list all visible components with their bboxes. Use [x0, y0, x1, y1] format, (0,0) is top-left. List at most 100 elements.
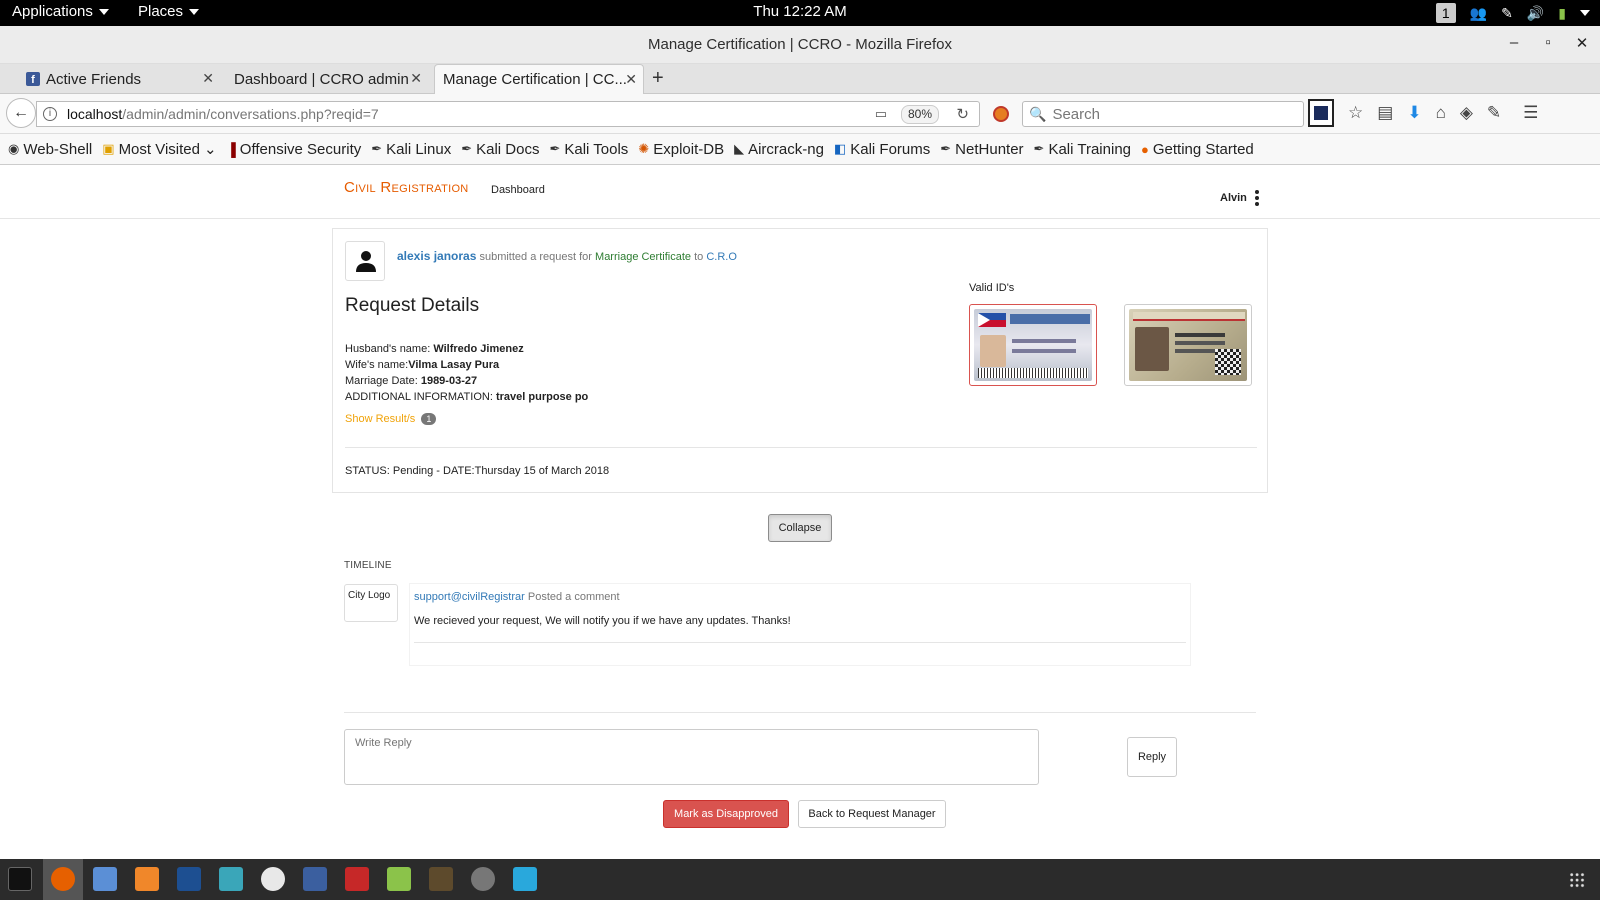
husband-value: Wilfredo Jimenez [433, 343, 524, 355]
maximize-button[interactable]: ▫ [1538, 34, 1558, 51]
bookmark-label: Kali Docs [476, 140, 540, 158]
request-card: alexis janoras submitted a request for M… [332, 228, 1268, 493]
armitage-icon[interactable] [219, 867, 243, 891]
volume-icon: 🔊 [1526, 4, 1545, 21]
bookmark-kali-linux[interactable]: ✒ Kali Linux [371, 141, 451, 158]
burpsuite-icon[interactable] [135, 867, 159, 891]
certificate-type: Marriage Certificate [595, 251, 692, 263]
collapse-button[interactable]: Collapse [768, 514, 832, 542]
bookmark-label: NetHunter [955, 140, 1024, 158]
reload-icon[interactable]: ↻ [956, 105, 969, 123]
tab-manage-certification[interactable]: Manage Certification | CC... ✕ [434, 64, 644, 94]
request-details: Husband's name: Wilfredo Jimenez Wife's … [345, 341, 588, 405]
faraday-icon[interactable] [345, 867, 369, 891]
bookmark-star-icon[interactable]: ☆ [1348, 103, 1363, 123]
submitter-link[interactable]: alexis janoras [397, 249, 476, 263]
back-button[interactable]: ← [6, 98, 36, 128]
tab-label: Active Friends [46, 70, 142, 88]
developer-tools-icon[interactable]: ✎ [1487, 103, 1501, 123]
minimize-button[interactable]: – [1504, 34, 1524, 51]
kali-icon: ✒ [940, 141, 952, 156]
bookmark-kali-tools[interactable]: ✒ Kali Tools [549, 141, 628, 158]
facebook-icon: f [26, 72, 40, 86]
download-icon[interactable]: ⬇ [1407, 103, 1421, 123]
bookmark-label: Getting Started [1152, 140, 1254, 158]
bookmark-kali-training[interactable]: ✒ Kali Training [1034, 141, 1131, 158]
system-monitor-icon[interactable] [513, 867, 537, 891]
people-icon: 👥 [1469, 4, 1488, 21]
comment-author-link[interactable]: support@civilRegistrar [414, 591, 525, 603]
tab-active-friends[interactable]: f Active Friends ✕ [18, 64, 220, 94]
home-icon[interactable]: ⌂ [1436, 103, 1446, 123]
show-applications-icon[interactable] [1569, 872, 1585, 888]
brand-link[interactable]: Civil Registration [344, 179, 469, 196]
files-icon[interactable] [93, 867, 117, 891]
submitted-text: submitted a request for [479, 251, 592, 263]
back-to-request-manager-button[interactable]: Back to Request Manager [798, 800, 946, 828]
bookmark-kali-docs[interactable]: ✒ Kali Docs [461, 141, 539, 158]
clock[interactable]: Thu 12:22 AM [0, 3, 1600, 20]
reader-view-icon[interactable]: ▭ [875, 106, 887, 122]
tab-close-icon[interactable]: ✕ [625, 71, 637, 88]
id-thumbnail-postal[interactable] [1124, 304, 1252, 386]
bookmark-kali-forums[interactable]: ◧ Kali Forums [834, 141, 930, 158]
text-editor-icon[interactable] [387, 867, 411, 891]
bookmark-exploit-db[interactable]: ✺ Exploit-DB [638, 141, 724, 158]
tab-close-icon[interactable]: ✕ [202, 70, 214, 87]
search-bar[interactable]: 🔍 Search [1022, 101, 1304, 127]
bookmark-web-shell[interactable]: ◉ Web-Shell [8, 141, 92, 158]
terminal-icon[interactable] [8, 867, 32, 891]
timeline-comment: support@civilRegistrar Posted a comment … [410, 584, 1190, 665]
battery-icon: ▮ [1558, 4, 1566, 21]
show-results-link[interactable]: Show Result/s 1 [345, 413, 437, 425]
nav-dashboard-link[interactable]: Dashboard [491, 184, 545, 196]
noscript-icon[interactable] [993, 106, 1009, 122]
bookmark-getting-started[interactable]: ● Getting Started [1141, 141, 1254, 158]
reply-textarea[interactable] [344, 729, 1039, 785]
user-menu[interactable]: Alvin [1220, 190, 1259, 206]
bookmark-aircrack-ng[interactable]: ◣ Aircrack-ng [734, 141, 824, 158]
extension-icon[interactable] [1308, 99, 1334, 127]
places-menu-label: Places [138, 3, 184, 20]
hamburger-menu-icon[interactable]: ☰ [1523, 103, 1538, 123]
places-menu[interactable]: Places [138, 3, 200, 20]
settings-icon[interactable] [471, 867, 495, 891]
zoom-indicator[interactable]: 80% [900, 105, 939, 124]
bookmark-label: Kali Training [1048, 140, 1131, 158]
bookmark-label: Offensive Security [239, 140, 362, 158]
bookmark-offensive-security[interactable]: ▐ Offensive Security [227, 141, 362, 158]
husband-label: Husband's name: [345, 343, 431, 355]
url-path: /admin/admin/conversations.php?reqid=7 [122, 106, 379, 122]
tab-dashboard[interactable]: Dashboard | CCRO admin ✕ [226, 64, 428, 94]
metasploit-icon[interactable] [177, 867, 201, 891]
beef-icon[interactable] [303, 867, 327, 891]
bookmark-most-visited[interactable]: ▣ Most Visited ⌄ [102, 140, 216, 159]
search-icon: 🔍 [1029, 105, 1047, 122]
tab-close-icon[interactable]: ✕ [410, 70, 422, 87]
page-title: Request Details [345, 295, 480, 316]
sublime-icon[interactable] [429, 867, 453, 891]
workspace-indicator[interactable]: 1 [1435, 3, 1456, 23]
tab-label: Manage Certification | CC... [443, 71, 627, 88]
bookmark-label: Exploit-DB [653, 140, 725, 158]
applications-menu[interactable]: Applications [12, 3, 109, 20]
system-tray[interactable]: 1 👥 ✎ 🔊 ▮ [1435, 3, 1590, 23]
firefox-icon[interactable] [51, 867, 75, 891]
system-top-bar: Applications Places Thu 12:22 AM 1 👥 ✎ 🔊… [0, 0, 1600, 26]
bookmark-nethunter[interactable]: ✒ NetHunter [940, 141, 1023, 158]
reply-button[interactable]: Reply [1127, 737, 1177, 777]
mark-disapproved-button[interactable]: Mark as Disapproved [663, 800, 789, 828]
reading-list-icon[interactable]: ▤ [1377, 103, 1393, 123]
tab-bar: f Active Friends ✕ Dashboard | CCRO admi… [0, 64, 1600, 94]
close-window-button[interactable]: ✕ [1572, 34, 1592, 52]
maltego-icon[interactable] [261, 867, 285, 891]
id-thumbnail-sss[interactable] [969, 304, 1097, 386]
url-bar[interactable]: i localhost/admin/admin/conversations.ph… [36, 101, 980, 127]
additional-info-value: travel purpose po [495, 391, 589, 403]
pocket-icon[interactable]: ◈ [1460, 103, 1473, 123]
info-icon[interactable]: i [43, 107, 57, 121]
office-link[interactable]: C.R.O [706, 251, 737, 263]
url-text: localhost/admin/admin/conversations.php?… [67, 106, 379, 122]
new-tab-button[interactable]: + [652, 67, 664, 90]
kali-icon: ✒ [549, 141, 561, 156]
